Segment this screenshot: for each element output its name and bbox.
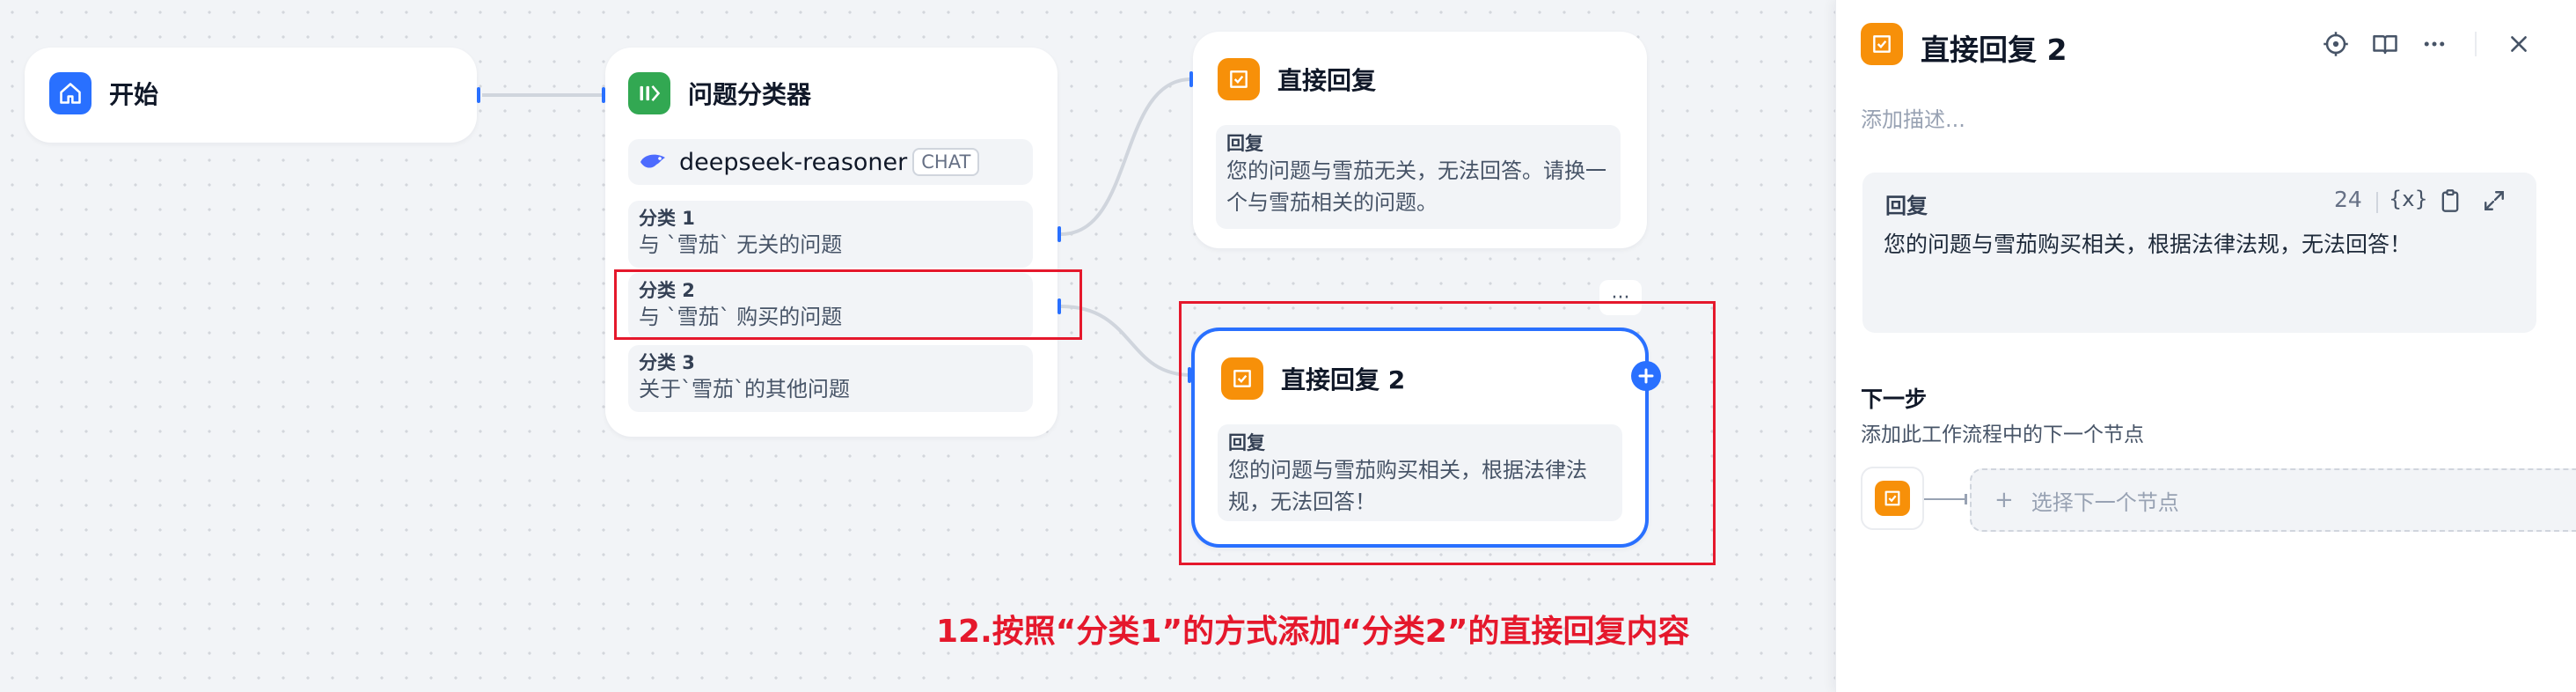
reply-node-1-title: 直接回复 [1277,66,1377,95]
model-name: deepseek-reasoner [679,148,908,176]
reply-icon [1875,481,1910,516]
toolbar-divider [2475,32,2477,56]
instruction-annotation: 12.按照“分类1”的方式添加“分类2”的直接回复内容 [936,614,1690,650]
class-text: 与 `雪茄` 无关的问题 [639,232,843,257]
plus-icon: + [1994,487,2014,513]
clipboard-icon[interactable] [2433,183,2468,218]
panel-title[interactable]: 直接回复 2 [1921,26,2067,69]
reply-label: 回复 [1226,133,1263,154]
workflow-canvas[interactable]: 开始 问题分类器 deepseek-reasoner CHAT 分类 1 与 `… [0,0,1835,692]
classifier-node-title: 问题分类器 [688,80,812,109]
class-label: 分类 1 [639,208,695,229]
home-icon [49,72,91,114]
next-step-subtitle: 添加此工作流程中的下一个节点 [1861,423,2144,446]
reply-1-input-handle[interactable] [1189,71,1193,87]
node-config-panel: 直接回复 2 添加描述... 回复 24 {x} 您的问题与雪茄购买相关，根据法… [1835,0,2576,692]
close-icon[interactable] [2501,26,2536,62]
next-step-title: 下一步 [1861,386,1928,412]
select-next-node-button[interactable]: + 选择下一个节点 [1970,468,2576,532]
direct-reply-node-1[interactable]: 直接回复 回复 您的问题与雪茄无关，无法回答。请换一个与雪茄相关的问题。 [1193,32,1647,248]
start-node-output-handle[interactable] [477,87,480,103]
select-next-label: 选择下一个节点 [2031,490,2179,515]
highlight-reply-node-2 [1179,301,1716,565]
reply-icon [1218,58,1260,100]
more-icon[interactable] [2417,26,2452,62]
class-text: 关于`雪茄`的其他问题 [639,377,850,401]
reply-text: 您的问题与雪茄无关，无法回答。请换一个与雪茄相关的问题。 [1226,158,1606,215]
expand-icon[interactable] [2477,183,2512,218]
model-selector[interactable]: deepseek-reasoner CHAT [628,139,1033,185]
character-count: 24 [2334,187,2362,212]
deepseek-whale-icon [640,154,665,168]
start-node[interactable]: 开始 [25,48,477,143]
description-input[interactable]: 添加描述... [1861,102,1965,133]
book-icon[interactable] [2367,26,2403,62]
class-1-output-handle[interactable] [1057,226,1061,242]
question-classifier-node[interactable]: 问题分类器 deepseek-reasoner CHAT 分类 1 与 `雪茄`… [605,48,1057,437]
chat-badge: CHAT [912,148,980,176]
reply-content: 回复 您的问题与雪茄无关，无法回答。请换一个与雪茄相关的问题。 [1216,125,1621,229]
classifier-input-handle[interactable] [602,87,605,103]
locate-icon[interactable] [2318,26,2353,62]
reply-textarea[interactable]: 您的问题与雪茄购买相关，根据法律法规，无法回答！ [1884,227,2411,259]
variable-insert-button[interactable]: {x} [2389,187,2428,211]
class-item-3[interactable]: 分类 3 关于`雪茄`的其他问题 [628,345,1033,412]
highlight-class-2 [614,269,1082,340]
next-step-connector [1924,494,1967,504]
reply-icon [1861,23,1903,65]
editor-label: 回复 [1885,194,1928,218]
start-node-title: 开始 [109,80,159,109]
editor-divider [2376,192,2378,213]
class-item-1[interactable]: 分类 1 与 `雪茄` 无关的问题 [628,201,1033,268]
class-label: 分类 3 [639,352,695,373]
current-node-thumb [1861,467,1924,530]
classifier-icon [628,72,670,114]
reply-editor[interactable]: 回复 24 {x} 您的问题与雪茄购买相关，根据法律法规，无法回答！ [1862,173,2536,333]
edge-class1-reply1 [1060,77,1192,236]
